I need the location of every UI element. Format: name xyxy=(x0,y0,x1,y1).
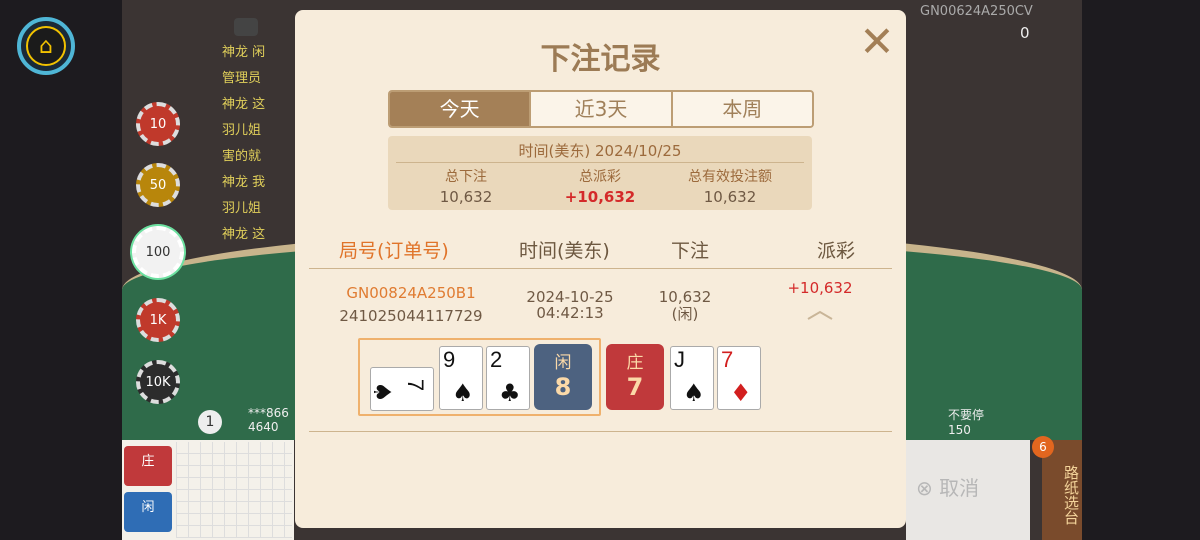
header-divider xyxy=(309,268,892,269)
player-score-badge: 闲 8 xyxy=(534,344,592,410)
banker-ask-button[interactable]: 庄 xyxy=(124,446,172,486)
collapse-chevron-icon[interactable] xyxy=(806,310,834,320)
roadmap-select-label: 路纸选台 xyxy=(1062,465,1080,525)
roadmap-select-button[interactable]: 路纸选台 6 xyxy=(1032,436,1082,540)
record-order-no: 241025044117729 xyxy=(339,307,483,325)
card-rank: J xyxy=(674,347,685,372)
record-time: 04:42:13 xyxy=(536,304,604,322)
chat-message: 羽儿姐 xyxy=(222,123,262,138)
banker-card-2: 7 ♦ xyxy=(717,346,761,410)
total-bet-label: 总下注 xyxy=(445,169,487,185)
banker-card-1: J ♠ xyxy=(670,346,714,410)
chat-message: 害的就 xyxy=(222,149,262,164)
player-card-3: 2 ♣ xyxy=(486,346,530,410)
card-rank: 9 xyxy=(443,347,456,372)
seat-player-name: ***866 xyxy=(248,406,289,420)
diamond-icon: ♦ xyxy=(730,379,752,407)
bead-road xyxy=(176,442,292,538)
balance: 0 xyxy=(1020,24,1030,42)
chat-message: 神龙 这 xyxy=(222,97,266,112)
chip-50[interactable]: 50 xyxy=(136,163,180,207)
total-payout-label: 总派彩 xyxy=(579,169,621,185)
seat-right-info: 不要停 150 xyxy=(948,406,984,437)
spade-icon: ♠ xyxy=(683,379,705,407)
chip-100[interactable]: 100 xyxy=(132,226,184,278)
player-ask-button[interactable]: 闲 xyxy=(124,492,172,532)
table-code: GN00624A250CV xyxy=(920,4,1033,19)
seat-right-amount: 150 xyxy=(948,423,971,437)
chat-message: 羽儿姐 xyxy=(222,201,262,216)
spade-icon: ♠ xyxy=(452,379,474,407)
banker-label: 庄 xyxy=(626,353,644,373)
total-valid-value: 10,632 xyxy=(703,188,757,206)
tab-this-week[interactable]: 本周 xyxy=(672,92,812,126)
banker-score: 7 xyxy=(626,373,644,401)
home-button[interactable]: ⌂ xyxy=(17,17,75,75)
roadmap-panel: 庄 闲 xyxy=(122,440,294,540)
player-card-1: 7 ♠ xyxy=(367,367,434,411)
close-icon[interactable]: ✕ xyxy=(857,21,897,63)
left-bar xyxy=(0,0,122,540)
chat-list: 神龙 闲 管理员 神龙 这 羽儿姐 害的就 神龙 我 羽儿姐 神龙 这 xyxy=(222,40,300,248)
chat-icon[interactable] xyxy=(234,18,258,36)
total-payout-value: +10,632 xyxy=(564,188,636,206)
spade-icon: ♠ xyxy=(367,381,396,403)
player-label: 闲 xyxy=(554,353,572,373)
bet-record-modal: 下注记录 ✕ 今天 近3天 本周 时间(美东) 2024/10/25 总下注 1… xyxy=(295,10,906,528)
chat-message: 管理员 xyxy=(222,71,262,86)
home-icon: ⌂ xyxy=(26,26,66,66)
cancel-button[interactable]: ⊗ 取消 xyxy=(916,472,979,501)
chat-message: 神龙 闲 xyxy=(222,45,266,60)
club-icon: ♣ xyxy=(499,379,521,407)
game-screen: ⌂ GN00624A250CV 0 神龙 闲 管理员 神龙 这 羽儿姐 害的就 … xyxy=(0,0,1200,540)
round-number: 1 xyxy=(198,410,222,434)
column-time: 时间(美东) xyxy=(519,240,610,262)
seat-right-text: 不要停 xyxy=(948,408,985,422)
tab-today[interactable]: 今天 xyxy=(390,92,532,126)
seat-player-amount: 4640 xyxy=(248,420,279,434)
summary-total-valid: 总有效投注额 10,632 xyxy=(660,166,800,206)
summary-total-bet: 总下注 10,632 xyxy=(396,166,536,206)
summary-divider xyxy=(396,162,804,163)
record-payout: +10,632 xyxy=(787,279,853,297)
player-score: 8 xyxy=(554,373,572,401)
summary-box: 时间(美东) 2024/10/25 总下注 10,632 总派彩 +10,632… xyxy=(388,136,812,210)
chip-1k[interactable]: 1K xyxy=(136,298,180,342)
record-bet-side: (闲) xyxy=(671,305,699,323)
column-bet: 下注 xyxy=(671,240,710,262)
banker-score-badge: 庄 7 xyxy=(606,344,664,410)
card-rank: 7 xyxy=(721,347,734,372)
chat-message: 神龙 我 xyxy=(222,175,266,190)
column-payout: 派彩 xyxy=(817,240,856,262)
total-bet-value: 10,632 xyxy=(439,188,493,206)
total-valid-label: 总有效投注额 xyxy=(688,169,772,185)
date-tabs: 今天 近3天 本周 xyxy=(388,90,814,128)
modal-title: 下注记录 xyxy=(540,42,661,77)
tab-last-3-days[interactable]: 近3天 xyxy=(531,92,673,126)
right-bar xyxy=(1082,0,1200,540)
seat-player-info: ***866 4640 xyxy=(248,406,289,434)
record-round-no: GN00824A250B1 xyxy=(346,284,476,302)
chat-message: 神龙 这 xyxy=(222,227,266,242)
cancel-label: 取消 xyxy=(939,476,980,500)
roadmap-badge: 6 xyxy=(1032,436,1054,458)
summary-date: 时间(美东) 2024/10/25 xyxy=(518,142,682,160)
column-round-no: 局号(订单号) xyxy=(339,240,449,262)
row-divider xyxy=(309,431,892,432)
card-rank: 7 xyxy=(403,378,429,392)
card-rank: 2 xyxy=(490,347,503,372)
chip-10[interactable]: 10 xyxy=(136,102,180,146)
summary-total-payout: 总派彩 +10,632 xyxy=(530,166,670,206)
chip-10k[interactable]: 10K xyxy=(136,360,180,404)
player-card-2: 9 ♠ xyxy=(439,346,483,410)
